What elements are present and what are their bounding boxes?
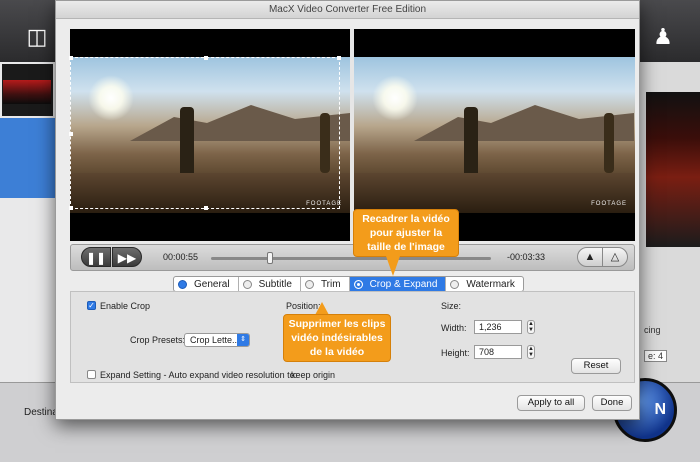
enable-crop-checkbox[interactable]: ✓ [87, 301, 96, 310]
crop-region-box[interactable] [69, 56, 341, 210]
output-video-frame: FOOTAGE [354, 57, 635, 213]
crop-handle[interactable] [204, 206, 208, 210]
tab-crop-expand[interactable]: Crop & Expand [349, 277, 447, 291]
radio-icon [304, 279, 314, 289]
expand-setting-label: Expand Setting - Auto expand video resol… [100, 370, 298, 380]
selected-file-row[interactable] [0, 118, 55, 198]
width-label: Width: [441, 323, 467, 333]
right-preview-panel: cing e: 4 [640, 62, 700, 382]
add-video-icon[interactable]: ◫ [22, 22, 52, 52]
chevron-updown-icon: ⇕ [237, 334, 249, 346]
radio-icon [178, 279, 187, 289]
size-label: Size: [441, 301, 462, 311]
preview-watermark: FOOTAGE [591, 201, 627, 207]
current-time: 00:00:55 [163, 252, 199, 262]
crop-handle[interactable] [337, 56, 341, 60]
preview-area: FOOTAGE FOOTAGE [69, 29, 635, 241]
crop-callout-pointer [386, 256, 400, 276]
tab-subtitle[interactable]: Subtitle [239, 277, 301, 291]
edit-tabs: General Subtitle Trim Crop & Expand Wate… [173, 276, 524, 292]
users-icon[interactable]: ♟ [648, 22, 678, 52]
fast-forward-button[interactable]: ▶▶ [112, 247, 142, 267]
trim-callout: Supprimer les clips vidéo indésirables d… [283, 314, 391, 362]
radio-icon [450, 279, 460, 289]
crop-presets-label: Crop Presets: [130, 335, 186, 345]
preview-video [646, 92, 700, 247]
destination-label: Destina [24, 407, 58, 418]
height-stepper[interactable]: ▲ ▼ [527, 345, 535, 359]
reset-button[interactable]: Reset [571, 358, 621, 374]
crop-handle[interactable] [204, 56, 208, 60]
remaining-time: -00:03:33 [507, 252, 546, 262]
tab-trim[interactable]: Trim [301, 277, 350, 291]
crop-handle[interactable] [69, 56, 73, 60]
crop-handle[interactable] [69, 132, 73, 136]
height-label: Height: [441, 348, 470, 358]
width-field[interactable]: 1,236 [474, 320, 522, 334]
crop-handle[interactable] [69, 206, 73, 210]
tab-general[interactable]: General [174, 277, 239, 291]
seek-knob[interactable] [267, 252, 273, 264]
seek-slider[interactable] [211, 252, 491, 264]
right-panel-text: cing [644, 325, 661, 335]
radio-icon [353, 279, 363, 289]
radio-icon [242, 279, 252, 289]
enable-crop-label: Enable Crop [100, 301, 151, 311]
height-field[interactable]: 708 [474, 345, 522, 359]
rotate-icon[interactable]: ▲ [577, 247, 603, 267]
pause-button[interactable]: ❚❚ [81, 247, 111, 267]
tab-watermark[interactable]: Watermark [446, 277, 523, 291]
flip-icon[interactable]: △ [602, 247, 628, 267]
apply-to-all-button[interactable]: Apply to all [517, 395, 585, 411]
expand-setting-value: keep origin [291, 370, 336, 380]
expand-setting-checkbox[interactable] [87, 370, 96, 379]
file-list-panel [0, 62, 55, 382]
file-thumbnail [3, 80, 51, 104]
width-stepper[interactable]: ▲ ▼ [527, 320, 535, 334]
done-button[interactable]: Done [592, 395, 632, 411]
window-title: MacX Video Converter Free Edition [56, 1, 639, 19]
source-preview: FOOTAGE [69, 29, 350, 241]
crop-presets-select[interactable]: Crop Lette... ⇕ [184, 333, 250, 347]
crop-callout: Recadrer la vidéo pour ajuster la taille… [353, 209, 459, 257]
right-panel-select[interactable]: e: 4 [644, 350, 668, 362]
